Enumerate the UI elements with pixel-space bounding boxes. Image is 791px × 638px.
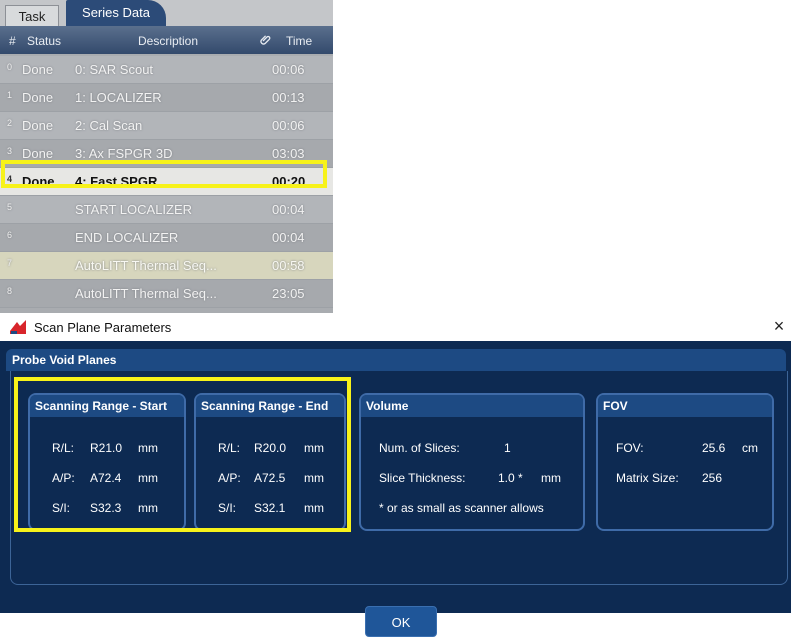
row-status: Done — [22, 118, 54, 133]
row-description: 0: SAR Scout — [75, 62, 154, 77]
table-row[interactable]: 6 END LOCALIZER 00:04 — [0, 224, 333, 252]
col-status: Status — [27, 34, 62, 48]
window-title: Scan Plane Parameters — [34, 320, 172, 335]
row-description: START LOCALIZER — [75, 202, 193, 217]
fov-unit: cm — [742, 441, 758, 455]
row-time: 00:13 — [272, 90, 305, 105]
row-description: END LOCALIZER — [75, 230, 179, 245]
row-num: 6 — [7, 230, 13, 240]
table-row[interactable]: 1 Done 1: LOCALIZER 00:13 — [0, 84, 333, 112]
paperclip-icon — [260, 34, 272, 49]
row-num: 1 — [7, 90, 13, 100]
row-description: 2: Cal Scan — [75, 118, 143, 133]
task-list-panel: Task Series Data # Status Description Ti… — [0, 0, 333, 313]
group-title: FOV — [598, 395, 772, 417]
ok-button[interactable]: OK — [365, 606, 437, 637]
row-num: 0 — [7, 62, 13, 72]
row-num: 7 — [7, 258, 13, 268]
table-row[interactable]: 0 Done 0: SAR Scout 00:06 — [0, 56, 333, 84]
table-row[interactable]: 8 AutoLITT Thermal Seq... 23:05 — [0, 280, 333, 308]
row-num: 3 — [7, 146, 13, 156]
row-time: 00:58 — [272, 258, 305, 273]
matrix-label: Matrix Size: — [616, 471, 679, 485]
tab-series-data[interactable]: Series Data — [66, 0, 166, 26]
row-num: 2 — [7, 118, 13, 128]
row-time: 00:04 — [272, 230, 305, 245]
volume-group: Volume Num. of Slices: 1 Slice Thickness… — [359, 393, 585, 531]
section-title: Probe Void Planes — [6, 349, 786, 371]
row-time: 00:06 — [272, 118, 305, 133]
thickness-value: 1.0 * — [498, 471, 523, 485]
col-num: # — [9, 34, 16, 48]
table-row[interactable]: 2 Done 2: Cal Scan 00:06 — [0, 112, 333, 140]
title-bar: Scan Plane Parameters × — [0, 313, 791, 341]
slices-value: 1 — [504, 441, 511, 455]
thickness-note: * or as small as scanner allows — [379, 501, 544, 515]
table-row[interactable]: 7 AutoLITT Thermal Seq... 00:58 — [0, 252, 333, 280]
row-status: Done — [22, 146, 54, 161]
table-row[interactable]: 5 START LOCALIZER 00:04 — [0, 196, 333, 224]
row-highlight-box — [1, 160, 327, 188]
row-description: 3: Ax FSPGR 3D — [75, 146, 173, 161]
tab-task[interactable]: Task — [5, 5, 59, 27]
app-icon — [9, 319, 27, 335]
row-num: 5 — [7, 202, 13, 212]
group-title: Volume — [361, 395, 583, 417]
thickness-label: Slice Thickness: — [379, 471, 466, 485]
fov-value: 25.6 — [702, 441, 726, 455]
thickness-unit: mm — [541, 471, 561, 485]
tab-bar: Task Series Data — [0, 0, 333, 27]
fov-label: FOV: — [616, 441, 644, 455]
row-description: AutoLITT Thermal Seq... — [75, 258, 217, 273]
row-time: 00:04 — [272, 202, 305, 217]
fov-group: FOV FOV: 25.6 cm Matrix Size: 256 — [596, 393, 774, 531]
row-time: 03:03 — [272, 146, 305, 161]
col-description: Description — [138, 34, 199, 48]
close-button[interactable]: × — [768, 314, 790, 338]
col-time: Time — [286, 34, 313, 48]
row-status: Done — [22, 90, 54, 105]
column-header: # Status Description Time — [0, 26, 333, 54]
scanning-range-highlight-box — [14, 377, 351, 532]
row-status: Done — [22, 62, 54, 77]
row-num: 8 — [7, 286, 13, 296]
row-time: 23:05 — [272, 286, 305, 301]
row-time: 00:06 — [272, 62, 305, 77]
matrix-value: 256 — [702, 471, 723, 485]
slices-label: Num. of Slices: — [379, 441, 460, 455]
row-description: AutoLITT Thermal Seq... — [75, 286, 217, 301]
row-description: 1: LOCALIZER — [75, 90, 162, 105]
